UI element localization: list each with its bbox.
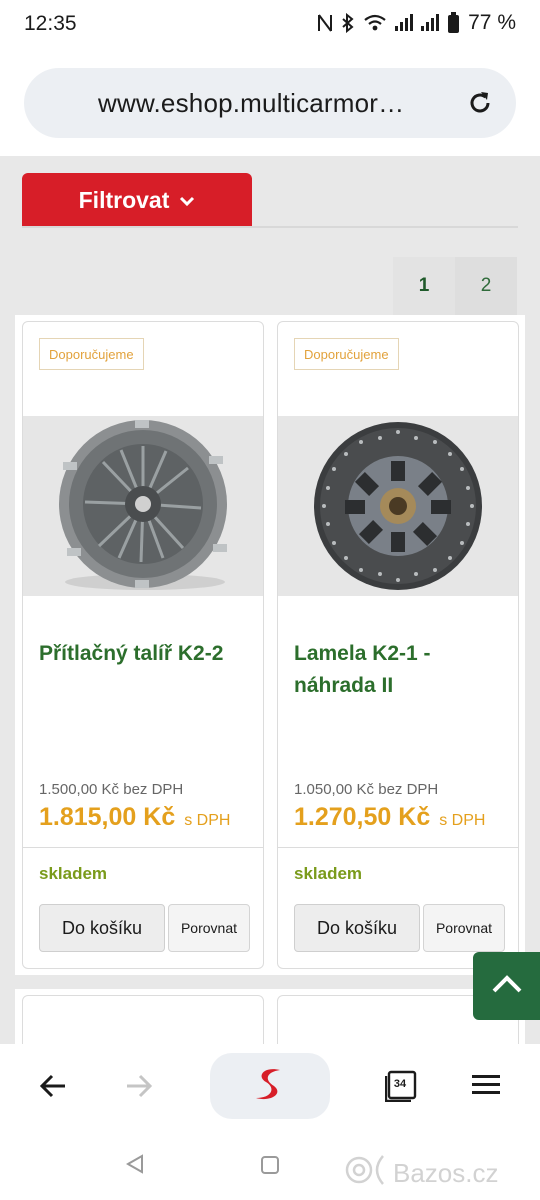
pagination: 1 2	[393, 257, 517, 315]
status-time: 12:35	[24, 12, 77, 35]
product-card[interactable]: Doporučujeme	[22, 321, 264, 969]
browser-bottom-bar: 34	[0, 1044, 540, 1130]
url-text[interactable]: www.eshop.multicarmor…	[98, 88, 450, 119]
signal-icon	[421, 13, 440, 33]
product-card[interactable]	[22, 995, 264, 1044]
browser-toolbar: www.eshop.multicarmor…	[0, 52, 540, 156]
battery-percent: 77 %	[468, 11, 516, 34]
battery-icon	[447, 12, 460, 34]
product-title[interactable]: Lamela K2-1 - náhrada II	[294, 638, 508, 702]
filter-button[interactable]: Filtrovat	[22, 173, 252, 227]
watermark-logo-icon	[343, 1152, 391, 1195]
compare-button[interactable]: Porovnat	[423, 904, 505, 952]
add-to-cart-button[interactable]: Do košíku	[39, 904, 165, 952]
watermark-text: Bazos.cz	[393, 1158, 499, 1188]
price-value: 1.815,00 Kč	[39, 803, 176, 831]
chevron-up-icon	[491, 974, 523, 999]
page-1-button[interactable]: 1	[393, 257, 455, 315]
page-content: Filtrovat 1 2 Doporučujeme Přítlačný tal…	[0, 156, 540, 1044]
recommended-badge: Doporučujeme	[39, 338, 144, 370]
price-incl-vat: 1.270,50 Kč s DPH	[294, 803, 485, 832]
reload-icon[interactable]	[466, 89, 494, 122]
home-logo-icon	[250, 1064, 290, 1109]
product-title[interactable]: Přítlačný talíř K2-2	[39, 638, 253, 670]
recommended-badge: Doporučujeme	[294, 338, 399, 370]
wifi-icon	[363, 13, 387, 33]
vat-label: s DPH	[439, 812, 486, 829]
vat-label: s DPH	[184, 812, 231, 829]
filter-divider	[22, 226, 518, 228]
chevron-down-icon	[179, 187, 195, 214]
back-arrow-icon[interactable]	[38, 1072, 68, 1105]
nfc-icon	[317, 13, 333, 33]
status-bar: 12:35 77 %	[0, 0, 540, 52]
watermark: Bazos.cz	[343, 1152, 499, 1195]
address-bar[interactable]: www.eshop.multicarmor…	[24, 68, 516, 138]
price-value: 1.270,50 Kč	[294, 803, 431, 831]
stock-status: skladem	[39, 864, 108, 883]
system-home-icon[interactable]	[261, 1156, 279, 1179]
system-back-icon[interactable]	[124, 1153, 146, 1180]
system-navigation: Bazos.cz	[0, 1130, 540, 1200]
card-divider	[278, 847, 518, 848]
clutch-disc-photo[interactable]	[278, 416, 518, 596]
product-card[interactable]: Doporučujeme	[277, 321, 519, 969]
filter-label: Filtrovat	[78, 186, 170, 213]
price-incl-vat: 1.815,00 Kč s DPH	[39, 803, 230, 832]
card-divider	[23, 847, 263, 848]
page-2-button[interactable]: 2	[455, 257, 517, 315]
menu-icon[interactable]	[471, 1073, 501, 1102]
price-excl-vat: 1.500,00 Kč bez DPH	[39, 781, 184, 798]
signal-icon	[395, 13, 414, 33]
scroll-to-top-button[interactable]	[473, 952, 540, 1020]
stock-status: skladem	[294, 864, 363, 883]
product-grid: Doporučujeme Přítlačný talíř K2-2 1.500,…	[15, 315, 525, 975]
price-excl-vat: 1.050,00 Kč bez DPH	[294, 781, 439, 798]
forward-arrow-icon[interactable]	[124, 1072, 154, 1105]
add-to-cart-button[interactable]: Do košíku	[294, 904, 420, 952]
bluetooth-icon	[341, 13, 355, 33]
compare-button[interactable]: Porovnat	[168, 904, 250, 952]
pressure-plate-photo[interactable]	[23, 416, 263, 596]
status-icons: 77 %	[317, 11, 516, 35]
tabs-button[interactable]: 34	[384, 1070, 417, 1103]
product-grid-next-row	[15, 989, 525, 1044]
home-button[interactable]	[210, 1053, 330, 1119]
tab-count: 34	[393, 1078, 407, 1090]
